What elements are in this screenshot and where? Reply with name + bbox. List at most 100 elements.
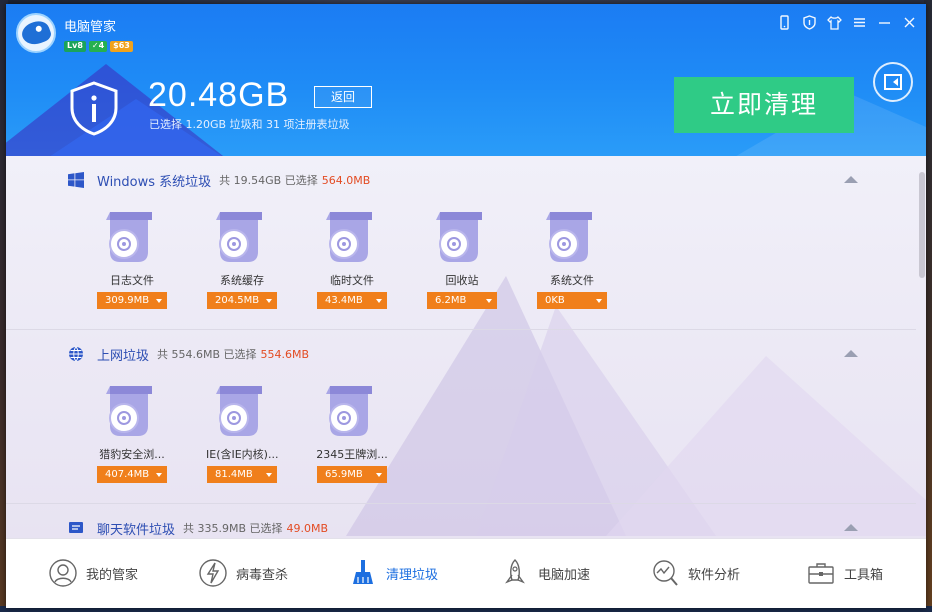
nav-label: 电脑加速 — [538, 567, 591, 583]
back-button[interactable]: 返回 — [314, 86, 372, 108]
section-stat: 共 19.54GB 已选择 — [219, 174, 318, 187]
skin-tshirt-icon[interactable] — [826, 14, 843, 31]
broom-icon — [348, 558, 378, 588]
junk-item[interactable]: 回收站 6.2MB — [426, 211, 536, 322]
toolbox-icon — [806, 558, 836, 588]
disc-box-icon — [435, 211, 486, 264]
app-title: 电脑管家 — [64, 20, 117, 35]
nav-label: 我的管家 — [86, 567, 139, 583]
junk-size-value: 81.4MB — [215, 469, 253, 480]
junk-item-label: 2345王牌浏... — [316, 448, 388, 461]
junk-item[interactable]: 临时文件 43.4MB — [316, 211, 426, 322]
dropdown-arrow-icon — [376, 473, 382, 477]
lightning-shield-icon — [198, 558, 228, 588]
junk-size-dropdown[interactable]: 309.9MB — [97, 292, 167, 309]
junk-size-value: 407.4MB — [105, 469, 150, 480]
junk-item[interactable]: 猎豹安全浏... 407.4MB — [96, 385, 206, 496]
junk-item[interactable]: 2345王牌浏... 65.9MB — [316, 385, 426, 496]
clean-now-button[interactable]: 立即清理 — [674, 77, 854, 133]
junk-item-label: 回收站 — [445, 274, 479, 287]
scrollbar[interactable] — [919, 172, 925, 278]
shield-small-icon[interactable] — [801, 14, 818, 31]
section-title: 聊天软件垃圾 — [97, 522, 176, 538]
vip-badge[interactable]: ✓4 — [88, 41, 108, 52]
pc-manager-window: 电脑管家 Lv8 ✓4 $63 20.48GB 返回 已选择 1.20GB 垃圾… — [6, 4, 926, 608]
nav-toolbox[interactable]: 工具箱 — [806, 555, 883, 591]
junk-size-dropdown[interactable]: 407.4MB — [97, 466, 167, 483]
junk-item-label: 日志文件 — [110, 274, 154, 287]
collapse-panel-button[interactable] — [873, 62, 913, 102]
disc-box-icon — [325, 385, 376, 438]
coin-badge[interactable]: $63 — [110, 41, 133, 52]
junk-size-dropdown[interactable]: 81.4MB — [207, 466, 277, 483]
junk-list-panel: Windows 系统垃圾 共 19.54GB 已选择 564.0MB 日志文件 … — [6, 156, 926, 538]
section-stat: 共 335.9MB 已选择 — [183, 522, 283, 535]
junk-item-label: 系统缓存 — [220, 274, 264, 287]
section-title: 上网垃圾 — [97, 348, 150, 364]
section-header[interactable]: Windows 系统垃圾 共 19.54GB 已选择 564.0MB — [68, 170, 370, 190]
selection-summary: 已选择 1.20GB 垃圾和 31 项注册表垃圾 — [149, 118, 350, 131]
nav-label: 病毒查杀 — [236, 567, 289, 583]
junk-item-label: 猎豹安全浏... — [99, 448, 165, 461]
chat-icon — [68, 520, 84, 536]
user-badges: Lv8 ✓4 $63 — [64, 41, 133, 52]
phone-icon[interactable] — [776, 14, 793, 31]
nav-label: 清理垃圾 — [386, 567, 439, 583]
nav-label: 软件分析 — [688, 567, 741, 583]
junk-size-dropdown[interactable]: 43.4MB — [317, 292, 387, 309]
junk-item[interactable]: 系统缓存 204.5MB — [206, 211, 316, 322]
junk-size-dropdown[interactable]: 0KB — [537, 292, 607, 309]
bottom-navigation: 我的管家 病毒查杀 清理垃圾 电脑加速 软件分析 工具箱 — [6, 538, 926, 608]
section-internet-junk: 上网垃圾 共 554.6MB 已选择 554.6MB 猎豹安全浏... 407.… — [6, 330, 916, 504]
dropdown-arrow-icon — [156, 299, 162, 303]
nav-clean-junk[interactable]: 清理垃圾 — [348, 555, 438, 591]
level-badge[interactable]: Lv8 — [64, 41, 86, 52]
disc-box-icon — [105, 211, 156, 264]
junk-size-dropdown[interactable]: 204.5MB — [207, 292, 277, 309]
junk-item[interactable]: 系统文件 0KB — [536, 211, 646, 322]
junk-size-dropdown[interactable]: 65.9MB — [317, 466, 387, 483]
minimize-icon[interactable] — [876, 14, 893, 31]
section-header[interactable]: 聊天软件垃圾 共 335.9MB 已选择 49.0MB — [68, 518, 328, 538]
section-selected-size: 554.6MB — [260, 347, 310, 361]
windows-icon — [68, 172, 84, 188]
shield-info-icon — [68, 80, 120, 136]
section-header[interactable]: 上网垃圾 共 554.6MB 已选择 554.6MB — [68, 344, 309, 364]
dropdown-arrow-icon — [156, 473, 162, 477]
dropdown-arrow-icon — [376, 299, 382, 303]
chevron-up-icon[interactable] — [844, 524, 858, 531]
nav-software-analysis[interactable]: 软件分析 — [650, 555, 740, 591]
chevron-up-icon[interactable] — [844, 176, 858, 183]
rocket-icon — [500, 558, 530, 588]
disc-box-icon — [215, 211, 266, 264]
nav-pc-speedup[interactable]: 电脑加速 — [500, 555, 590, 591]
chevron-up-icon[interactable] — [844, 350, 858, 357]
header: 电脑管家 Lv8 ✓4 $63 20.48GB 返回 已选择 1.20GB 垃圾… — [6, 4, 926, 156]
junk-size-value: 0KB — [545, 295, 565, 306]
app-logo[interactable] — [16, 13, 56, 53]
nav-virus-scan[interactable]: 病毒查杀 — [198, 555, 288, 591]
total-junk-size: 20.48GB — [148, 76, 290, 114]
nav-my-manager[interactable]: 我的管家 — [48, 555, 138, 591]
dropdown-arrow-icon — [596, 299, 602, 303]
section-selected-size: 49.0MB — [286, 521, 329, 535]
dropdown-arrow-icon — [266, 473, 272, 477]
disc-box-icon — [105, 385, 156, 438]
junk-items: 日志文件 309.9MB 系统缓存 204.5MB 临时文件 43.4MB 回收… — [96, 211, 646, 322]
close-icon[interactable] — [901, 14, 918, 31]
junk-size-dropdown[interactable]: 6.2MB — [427, 292, 497, 309]
butler-icon — [48, 558, 78, 588]
junk-item-label: IE(含IE内核)... — [206, 448, 278, 461]
menu-icon[interactable] — [851, 14, 868, 31]
junk-item[interactable]: 日志文件 309.9MB — [96, 211, 206, 322]
junk-items: 猎豹安全浏... 407.4MB IE(含IE内核)... 81.4MB 234… — [96, 385, 426, 496]
junk-item[interactable]: IE(含IE内核)... 81.4MB — [206, 385, 316, 496]
nav-label: 工具箱 — [844, 567, 884, 583]
junk-size-value: 204.5MB — [215, 295, 260, 306]
section-chat-junk: 聊天软件垃圾 共 335.9MB 已选择 49.0MB — [6, 504, 916, 538]
collapse-icon — [884, 74, 902, 90]
globe-icon — [68, 346, 84, 362]
junk-item-label: 系统文件 — [550, 274, 594, 287]
dropdown-arrow-icon — [486, 299, 492, 303]
window-controls — [776, 14, 918, 31]
